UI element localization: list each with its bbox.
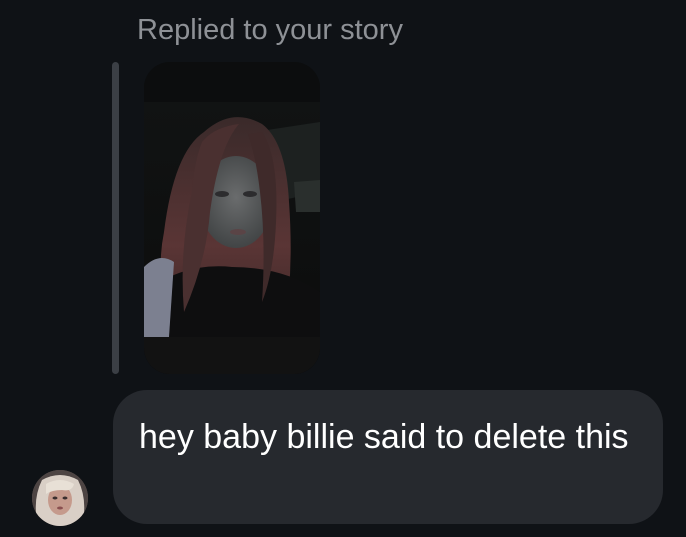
avatar-photo-icon — [32, 470, 88, 526]
message-bubble[interactable]: hey baby billie said to delete this — [113, 390, 663, 524]
message-text: hey baby billie said to delete this — [139, 418, 629, 456]
reply-context-label: Replied to your story — [137, 14, 403, 46]
story-preview-thumbnail[interactable] — [144, 62, 320, 374]
reply-quote-bar — [112, 62, 119, 374]
dm-conversation: Replied to your story hey baby billie sa… — [0, 0, 686, 537]
incoming-message-row: hey baby billie said to delete this — [0, 390, 686, 526]
story-photo-image — [144, 62, 320, 374]
sender-avatar[interactable] — [32, 470, 88, 526]
